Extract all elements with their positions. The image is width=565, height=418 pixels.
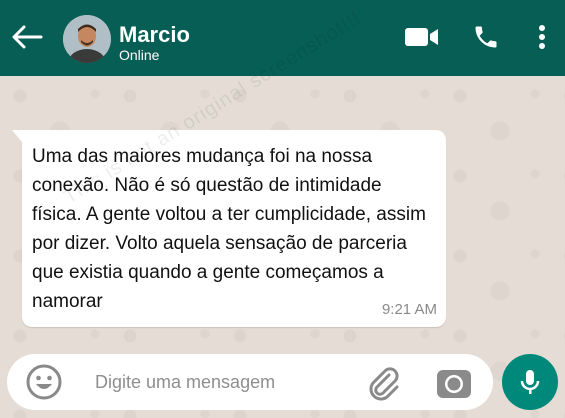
attach-button[interactable]	[365, 365, 401, 401]
composer	[7, 354, 493, 410]
avatar[interactable]	[63, 15, 111, 63]
message-time: 9:21 AM	[381, 301, 437, 318]
chat-header: Marcio Online	[0, 0, 565, 76]
microphone-icon	[520, 370, 540, 394]
message-text: Uma das maiores mudança foi na nossa con…	[32, 146, 426, 312]
camera-button[interactable]	[435, 365, 473, 401]
emoji-button[interactable]	[25, 363, 63, 401]
voice-message-button[interactable]	[502, 354, 558, 410]
avatar-photo	[63, 15, 111, 63]
more-vertical-icon	[539, 25, 545, 49]
emoji-icon	[26, 364, 62, 400]
contact-status: Online	[119, 47, 160, 63]
message-input[interactable]	[95, 368, 335, 396]
camera-icon	[437, 370, 471, 398]
phone-icon	[475, 26, 497, 48]
back-button[interactable]	[10, 22, 44, 52]
voice-call-button[interactable]	[468, 20, 504, 54]
arrow-left-icon	[12, 25, 43, 49]
message-bubble[interactable]: Uma das maiores mudança foi na nossa con…	[12, 130, 446, 327]
paperclip-icon	[369, 367, 399, 401]
menu-button[interactable]	[530, 20, 554, 54]
video-call-button[interactable]	[402, 20, 442, 54]
contact-name[interactable]: Marcio	[119, 22, 190, 48]
video-camera-icon	[405, 28, 438, 46]
